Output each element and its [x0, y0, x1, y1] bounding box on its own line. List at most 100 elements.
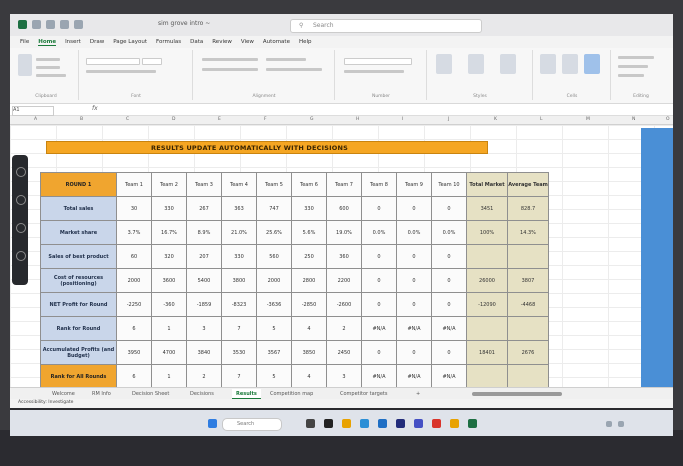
accessibility-status[interactable]: Accessibility: Investigate — [18, 400, 73, 405]
column-header[interactable]: E — [218, 117, 221, 122]
sheet-tab-decisions[interactable]: Decisions — [186, 389, 218, 399]
table-cell[interactable]: 2450 — [326, 340, 362, 365]
tab-insert[interactable]: Insert — [65, 39, 81, 45]
task-view-icon[interactable] — [324, 419, 333, 428]
row-label[interactable]: Total sales — [40, 196, 117, 221]
horizontal-scrollbar[interactable] — [472, 392, 562, 396]
table-cell[interactable]: 6 — [116, 364, 152, 389]
wifi-icon[interactable] — [606, 421, 612, 427]
total-cell[interactable]: 100% — [466, 220, 508, 245]
fx-icon[interactable]: fx — [92, 105, 98, 112]
table-cell[interactable]: -360 — [151, 292, 187, 317]
table-cell[interactable]: #N/A — [396, 316, 432, 341]
edge-icon[interactable] — [360, 419, 369, 428]
tab-home[interactable]: Home — [38, 39, 57, 46]
table-cell[interactable]: -3636 — [256, 292, 292, 317]
team-header[interactable]: Team 3 — [186, 172, 222, 197]
table-cell[interactable]: 3.7% — [116, 220, 152, 245]
average-cell[interactable]: 14.3% — [507, 220, 549, 245]
table-cell[interactable]: 0.0% — [431, 220, 467, 245]
table-cell[interactable]: -2250 — [116, 292, 152, 317]
team-header[interactable]: Team 2 — [151, 172, 187, 197]
total-cell[interactable]: -12090 — [466, 292, 508, 317]
menu-icon[interactable] — [16, 223, 26, 233]
table-cell[interactable]: 5 — [256, 316, 292, 341]
font-name-select[interactable] — [86, 58, 140, 65]
add-sheet-button[interactable]: + — [412, 389, 424, 399]
table-cell[interactable]: 3 — [186, 316, 222, 341]
tab-page-layout[interactable]: Page Layout — [113, 39, 147, 45]
sheet-tab-competition-map[interactable]: Competition map — [266, 389, 317, 399]
table-cell[interactable]: 2 — [186, 364, 222, 389]
table-cell[interactable]: 7 — [221, 364, 257, 389]
number-format-buttons[interactable] — [344, 70, 404, 73]
format-as-table-button[interactable] — [468, 54, 484, 74]
volume-icon[interactable] — [618, 421, 624, 427]
table-cell[interactable]: 3850 — [291, 340, 327, 365]
total-cell[interactable]: 18401 — [466, 340, 508, 365]
autosum-button[interactable] — [618, 56, 654, 59]
table-cell[interactable]: #N/A — [361, 364, 397, 389]
format-cells-button[interactable] — [584, 54, 600, 74]
table-cell[interactable]: 2000 — [256, 268, 292, 293]
undo-icon[interactable] — [60, 20, 69, 29]
table-cell[interactable]: 3800 — [221, 268, 257, 293]
row-label[interactable]: Cost of resources (positioning) — [40, 268, 117, 293]
table-cell[interactable]: 5 — [256, 364, 292, 389]
team-header[interactable]: Team 6 — [291, 172, 327, 197]
home-icon[interactable] — [16, 167, 26, 177]
tab-automate[interactable]: Automate — [263, 39, 290, 45]
table-cell[interactable]: -2850 — [291, 292, 327, 317]
table-cell[interactable]: 0 — [431, 340, 467, 365]
folder-icon[interactable] — [450, 419, 459, 428]
team-header[interactable]: Team 5 — [256, 172, 292, 197]
table-cell[interactable]: 0 — [361, 292, 397, 317]
chrome-icon[interactable] — [432, 419, 441, 428]
table-cell[interactable]: 3950 — [116, 340, 152, 365]
table-cell[interactable]: 0.0% — [396, 220, 432, 245]
table-cell[interactable]: #N/A — [431, 316, 467, 341]
total-cell[interactable] — [466, 244, 508, 269]
column-header[interactable]: O — [666, 117, 670, 122]
table-cell[interactable]: 600 — [326, 196, 362, 221]
redo-icon[interactable] — [74, 20, 83, 29]
table-cell[interactable]: -1859 — [186, 292, 222, 317]
table-cell[interactable]: 4700 — [151, 340, 187, 365]
table-cell[interactable]: 0 — [361, 268, 397, 293]
table-cell[interactable]: 0 — [396, 196, 432, 221]
table-cell[interactable]: 0 — [361, 340, 397, 365]
average-cell[interactable]: 2676 — [507, 340, 549, 365]
table-cell[interactable]: 363 — [221, 196, 257, 221]
sheet-tab-decision-sheet[interactable]: Decision Sheet — [128, 389, 173, 399]
table-cell[interactable]: 4 — [291, 364, 327, 389]
widgets-icon[interactable] — [306, 419, 315, 428]
table-cell[interactable]: 60 — [116, 244, 152, 269]
autosave-icon[interactable] — [32, 20, 41, 29]
table-cell[interactable]: 3567 — [256, 340, 292, 365]
total-cell[interactable]: 3451 — [466, 196, 508, 221]
table-cell[interactable]: 0 — [431, 268, 467, 293]
column-header[interactable]: M — [586, 117, 590, 122]
team-header[interactable]: Team 8 — [361, 172, 397, 197]
table-cell[interactable]: 0 — [361, 244, 397, 269]
table-cell[interactable]: 267 — [186, 196, 222, 221]
app-icon[interactable] — [396, 419, 405, 428]
name-box[interactable]: A1 — [12, 106, 54, 116]
table-cell[interactable]: 330 — [221, 244, 257, 269]
table-cell[interactable]: 21.0% — [221, 220, 257, 245]
column-header[interactable]: B — [80, 117, 83, 122]
table-cell[interactable]: 5.6% — [291, 220, 327, 245]
tab-data[interactable]: Data — [190, 39, 203, 45]
tab-help[interactable]: Help — [299, 39, 312, 45]
sheet-tab-competitor-targets[interactable]: Competitor targets — [336, 389, 392, 399]
average-cell[interactable]: 3807 — [507, 268, 549, 293]
table-cell[interactable]: 330 — [291, 196, 327, 221]
sheet-tab-results[interactable]: Results — [232, 389, 261, 399]
column-header[interactable]: J — [448, 117, 449, 122]
column-header[interactable]: C — [126, 117, 129, 122]
table-cell[interactable]: 25.6% — [256, 220, 292, 245]
table-cell[interactable]: 3530 — [221, 340, 257, 365]
conditional-formatting-button[interactable] — [436, 54, 452, 74]
team-header[interactable]: Team 10 — [431, 172, 467, 197]
total-cell[interactable]: 26000 — [466, 268, 508, 293]
